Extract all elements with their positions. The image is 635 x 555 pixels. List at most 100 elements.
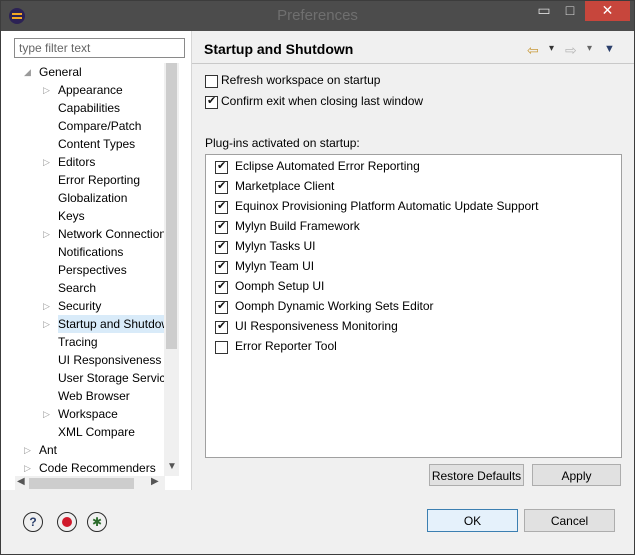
expand-arrow-icon[interactable]: ▷ <box>43 315 53 333</box>
forward-dropdown-icon[interactable]: ▾ <box>587 43 592 54</box>
plugin-label: UI Responsiveness Monitoring <box>235 319 398 333</box>
option-checkbox[interactable] <box>205 75 218 88</box>
tree-item[interactable]: ▷ Code Recommenders <box>15 459 165 476</box>
plugins-label: Plug-ins activated on startup: <box>205 136 360 150</box>
tree-item[interactable]: ▷ Security <box>15 297 165 315</box>
option-label: Refresh workspace on startup <box>221 73 381 87</box>
plugin-row[interactable]: Marketplace Client <box>206 178 616 198</box>
apply-button[interactable]: Apply <box>532 464 621 486</box>
expand-arrow-icon[interactable]: ▷ <box>24 441 34 459</box>
scroll-left-arrow-icon[interactable]: ◀ <box>17 476 25 487</box>
tree-item[interactable]: Error Reporting <box>15 171 165 189</box>
plugin-checkbox[interactable] <box>215 159 228 174</box>
tree-item[interactable]: Perspectives <box>15 261 165 279</box>
tree-item-label: Appearance <box>58 83 123 97</box>
plugin-row[interactable]: Equinox Provisioning Platform Automatic … <box>206 198 616 218</box>
page-title: Startup and Shutdown <box>204 41 354 57</box>
plugin-label: Equinox Provisioning Platform Automatic … <box>235 199 539 213</box>
scroll-down-arrow-icon[interactable]: ▼ <box>167 461 177 472</box>
maximize-button[interactable]: □ <box>557 1 583 21</box>
tree-horizontal-scrollbar[interactable]: ◀ ▶ <box>15 476 165 491</box>
tree-item-label: Network Connection <box>58 227 165 241</box>
restore-defaults-button[interactable]: Restore Defaults <box>429 464 524 486</box>
plugin-label: Oomph Dynamic Working Sets Editor <box>235 299 434 313</box>
tree-vertical-scrollbar[interactable]: ▼ <box>164 63 179 476</box>
plugin-row[interactable]: Eclipse Automated Error Reporting <box>206 158 616 178</box>
plugin-row[interactable]: Error Reporter Tool <box>206 338 616 358</box>
title-bar: Preferences ▭ □ ✕ <box>1 1 634 31</box>
plugin-checkbox[interactable] <box>215 341 228 354</box>
tree-item-label: Web Browser <box>58 389 130 403</box>
tree-item[interactable]: ▷ Ant <box>15 441 165 459</box>
cancel-button[interactable]: Cancel <box>524 509 615 532</box>
record-macro-icon[interactable] <box>57 512 77 532</box>
tree-item[interactable]: UI Responsiveness Monitoring <box>15 351 165 369</box>
plugin-label: Oomph Setup UI <box>235 279 325 293</box>
plugin-label: Eclipse Automated Error Reporting <box>235 159 420 173</box>
expand-arrow-icon[interactable]: ▷ <box>43 153 53 171</box>
minimize-button[interactable]: ▭ <box>531 1 557 21</box>
plugin-checkbox[interactable] <box>215 239 228 254</box>
tree-item[interactable]: Compare/Patch <box>15 117 165 135</box>
tree-hscroll-thumb[interactable] <box>29 478 134 489</box>
header-divider <box>192 63 634 64</box>
tree-item[interactable]: XML Compare <box>15 423 165 441</box>
plugin-row[interactable]: Mylyn Build Framework <box>206 218 616 238</box>
expand-arrow-icon[interactable]: ▷ <box>43 405 53 423</box>
tree-item[interactable]: ▷ Workspace <box>15 405 165 423</box>
tree-item-label: Search <box>58 281 97 295</box>
tree-item[interactable]: User Storage Service <box>15 369 165 387</box>
tree-item[interactable]: Notifications <box>15 243 165 261</box>
plugin-checkbox[interactable] <box>215 219 228 234</box>
tree-item[interactable]: ▷ Editors <box>15 153 165 171</box>
dialog-footer: ? ✱ OK Cancel <box>1 490 634 554</box>
tree-item[interactable]: Search <box>15 279 165 297</box>
option-checkbox[interactable] <box>205 94 218 109</box>
back-dropdown-icon[interactable]: ▾ <box>549 43 554 54</box>
tree-item-label: Editors <box>58 155 96 169</box>
plugin-label: Mylyn Team UI <box>235 259 315 273</box>
tree-item-label: Security <box>58 299 102 313</box>
expand-arrow-icon[interactable]: ▷ <box>43 297 53 315</box>
plugin-row[interactable]: Oomph Setup UI <box>206 278 616 298</box>
tree-item[interactable]: Content Types <box>15 135 165 153</box>
plugin-checkbox[interactable] <box>215 299 228 314</box>
expand-arrow-icon[interactable]: ▷ <box>43 225 53 243</box>
tree-item[interactable]: Capabilities <box>15 99 165 117</box>
tree-item[interactable]: Keys <box>15 207 165 225</box>
tree-scroll-thumb[interactable] <box>166 63 177 349</box>
tree-item[interactable]: ◢ General <box>15 63 165 81</box>
tree-item[interactable]: Tracing <box>15 333 165 351</box>
plugin-checkbox[interactable] <box>215 179 228 194</box>
tree-item[interactable]: Web Browser <box>15 387 165 405</box>
tree-item-label: Workspace <box>58 407 118 421</box>
scroll-right-arrow-icon[interactable]: ▶ <box>151 476 159 487</box>
tree-item[interactable]: Globalization <box>15 189 165 207</box>
dialog-content: ◢ General ▷ Appearance Capabilities Compare/P… <box>1 31 634 494</box>
tree-item[interactable]: ▷ Network Connection <box>15 225 165 243</box>
close-button[interactable]: ✕ <box>585 1 630 21</box>
plugin-checkbox[interactable] <box>215 279 228 294</box>
help-icon[interactable]: ? <box>23 512 43 532</box>
tree-item-label: Ant <box>39 443 58 457</box>
plugin-checkbox[interactable] <box>215 199 228 214</box>
view-menu-icon[interactable]: ▼ <box>604 43 615 55</box>
ok-button[interactable]: OK <box>427 509 518 532</box>
back-arrow-icon[interactable]: ⇦ <box>527 42 539 59</box>
expand-arrow-icon[interactable]: ▷ <box>43 81 53 99</box>
plugin-row[interactable]: Mylyn Tasks UI <box>206 238 616 258</box>
plugin-checkbox[interactable] <box>215 319 228 334</box>
tree-item-label: Error Reporting <box>58 173 141 187</box>
tree-item[interactable]: ▷ Appearance <box>15 81 165 99</box>
plugin-label: Mylyn Build Framework <box>235 219 360 233</box>
plugin-row[interactable]: Oomph Dynamic Working Sets Editor <box>206 298 616 318</box>
lightbulb-icon[interactable]: ✱ <box>87 512 107 532</box>
expand-arrow-icon[interactable]: ▷ <box>24 459 34 476</box>
expand-arrow-icon[interactable]: ◢ <box>24 63 34 81</box>
plugin-row[interactable]: Mylyn Team UI <box>206 258 616 278</box>
plugin-row[interactable]: UI Responsiveness Monitoring <box>206 318 616 338</box>
tree-item[interactable]: ▷ Startup and Shutdown <box>15 315 165 333</box>
forward-arrow-icon[interactable]: ⇨ <box>565 42 577 59</box>
plugin-checkbox[interactable] <box>215 259 228 274</box>
filter-input[interactable] <box>14 38 185 58</box>
